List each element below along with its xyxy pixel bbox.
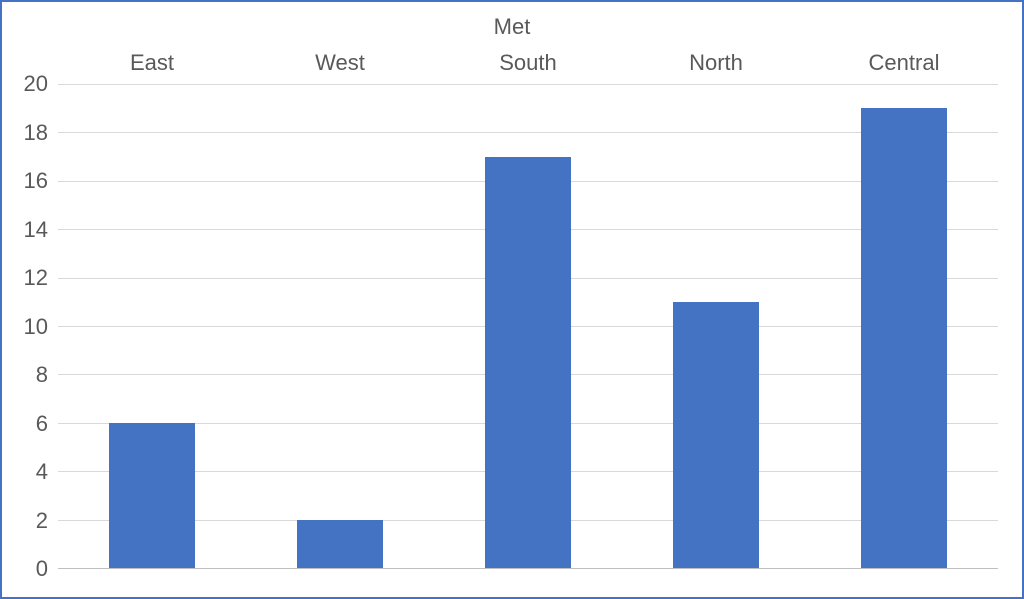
y-tick-label: 0 [8,556,48,582]
category-label: West [246,50,434,76]
category-label: East [58,50,246,76]
y-tick-label: 18 [8,120,48,146]
bar-slot [434,84,622,568]
chart-title: Met [26,14,998,40]
bar-east [109,423,195,568]
bars-group [58,84,998,568]
y-tick-label: 12 [8,265,48,291]
plot-area [58,84,998,569]
y-tick-label: 6 [8,411,48,437]
y-axis: 02468101214161820 [8,84,48,569]
bar-west [297,520,383,568]
bar-slot [622,84,810,568]
y-tick-label: 10 [8,314,48,340]
y-tick-label: 4 [8,459,48,485]
category-axis-labels: East West South North Central [58,50,998,76]
category-label: Central [810,50,998,76]
category-label: North [622,50,810,76]
bar-central [861,108,947,568]
bar-slot [810,84,998,568]
bar-north [673,302,759,568]
category-label: South [434,50,622,76]
bar-slot [58,84,246,568]
y-tick-label: 20 [8,71,48,97]
y-tick-label: 16 [8,168,48,194]
y-tick-label: 14 [8,217,48,243]
plot-wrapper: 02468101214161820 [52,84,998,569]
y-tick-label: 8 [8,362,48,388]
y-tick-label: 2 [8,508,48,534]
bar-south [485,157,571,568]
bar-slot [246,84,434,568]
chart-container: Met East West South North Central 024681… [0,0,1024,599]
